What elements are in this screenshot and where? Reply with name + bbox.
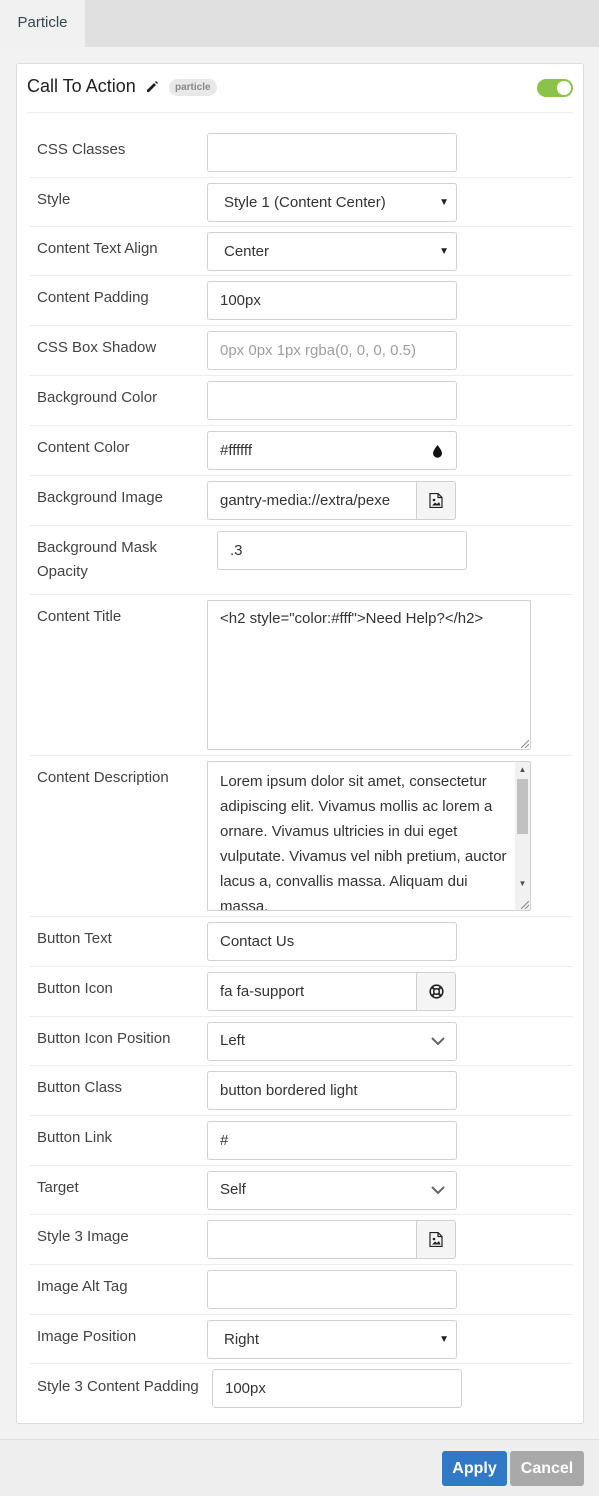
row-divider — [30, 1363, 573, 1364]
image-position-value: Right — [224, 1331, 260, 1348]
label-style3-content-padding: Style 3 Content Padding — [37, 1378, 199, 1395]
pencil-icon[interactable] — [145, 80, 159, 94]
tab-particle[interactable]: Particle — [0, 0, 85, 47]
content-padding-input[interactable]: 100px — [207, 281, 457, 320]
label-target: Target — [37, 1179, 79, 1196]
row-divider — [30, 966, 573, 967]
background-image-input[interactable]: gantry-media://extra/pexe — [207, 481, 418, 520]
button-icon-position-select[interactable]: Left — [207, 1022, 457, 1061]
chevron-down-icon — [431, 1037, 445, 1046]
content-text-align-select[interactable]: Center ▼ — [207, 232, 457, 271]
button-text-input[interactable]: Contact Us — [207, 922, 457, 961]
row-divider — [30, 375, 573, 376]
button-icon-position-value: Left — [220, 1032, 246, 1049]
enabled-toggle[interactable] — [537, 79, 573, 97]
row-divider — [30, 755, 573, 756]
particle-badge: particle — [169, 79, 217, 96]
row-divider — [30, 594, 573, 595]
style3-image-input[interactable] — [207, 1220, 418, 1259]
scroll-up-icon[interactable]: ▲ — [515, 764, 530, 776]
label-css-box-shadow: CSS Box Shadow — [37, 339, 157, 356]
label-background-image: Background Image — [37, 489, 163, 506]
label-button-text: Button Text — [37, 930, 112, 947]
dropdown-arrow-icon: ▼ — [439, 1334, 449, 1345]
dropdown-arrow-icon: ▼ — [439, 246, 449, 257]
label-content-padding: Content Padding — [37, 289, 149, 306]
row-divider — [30, 1165, 573, 1166]
button-class-input[interactable]: button bordered light — [207, 1071, 457, 1110]
label-content-text-align: Content Text Align — [37, 240, 158, 257]
label-image-position: Image Position — [37, 1328, 137, 1345]
dropdown-arrow-icon: ▼ — [439, 197, 449, 208]
label-image-alt-tag: Image Alt Tag — [37, 1278, 128, 1295]
image-icon — [429, 493, 443, 508]
content-description-textarea[interactable]: Lorem ipsum dolor sit amet, consectetur … — [207, 761, 531, 911]
content-color-input[interactable]: #ffffff — [207, 431, 457, 470]
row-divider — [30, 916, 573, 917]
target-select[interactable]: Self — [207, 1171, 457, 1210]
label-button-icon: Button Icon — [37, 980, 113, 997]
row-divider — [30, 1115, 573, 1116]
style3-image-picker-button[interactable] — [416, 1220, 456, 1259]
scroll-down-icon[interactable]: ▼ — [515, 878, 530, 890]
row-divider — [30, 226, 573, 227]
label-button-class: Button Class — [37, 1079, 123, 1096]
label-style3-image: Style 3 Image — [37, 1228, 129, 1245]
droplet-icon[interactable] — [432, 445, 443, 458]
label-css-classes: CSS Classes — [37, 141, 126, 158]
button-icon-input[interactable]: fa fa-support — [207, 972, 418, 1011]
row-divider — [30, 325, 573, 326]
cancel-button[interactable]: Cancel — [510, 1451, 584, 1486]
css-box-shadow-input[interactable]: 0px 0px 1px rgba(0, 0, 0, 0.5) — [207, 331, 457, 370]
label-background-color: Background Color — [37, 389, 158, 406]
label-background-mask-opacity: Background Mask Opacity — [37, 539, 158, 580]
icon-picker-button[interactable] — [416, 972, 456, 1011]
textarea-scrollbar[interactable]: ▲ ▼ — [515, 762, 530, 910]
row-divider — [30, 1214, 573, 1215]
toggle-knob — [557, 81, 571, 95]
resize-handle-icon[interactable] — [521, 740, 529, 748]
row-divider — [30, 177, 573, 178]
chevron-down-icon — [431, 1186, 445, 1195]
label-content-title: Content Title — [37, 608, 122, 625]
label-style: Style — [37, 191, 71, 208]
target-value: Self — [220, 1181, 246, 1198]
content-title-value: <h2 style="color:#fff">Need Help?</h2> — [220, 610, 484, 627]
row-divider — [30, 275, 573, 276]
label-content-description: Content Description — [37, 769, 169, 786]
label-button-link: Button Link — [37, 1129, 113, 1146]
scroll-thumb[interactable] — [517, 779, 528, 834]
label-button-icon-position: Button Icon Position — [37, 1030, 171, 1047]
tab-bar: Particle — [0, 0, 599, 47]
row-divider — [30, 525, 573, 526]
row-divider — [30, 1065, 573, 1066]
content-description-value: Lorem ipsum dolor sit amet, consectetur … — [220, 773, 507, 911]
style3-content-padding-input[interactable]: 100px — [212, 1369, 462, 1408]
divider — [27, 112, 573, 113]
background-image-picker-button[interactable] — [416, 481, 456, 520]
style-select[interactable]: Style 1 (Content Center) ▼ — [207, 183, 457, 222]
row-divider — [30, 425, 573, 426]
image-icon — [429, 1232, 443, 1247]
resize-handle-icon[interactable] — [521, 901, 529, 909]
style-select-value: Style 1 (Content Center) — [224, 194, 386, 211]
image-alt-tag-input[interactable] — [207, 1270, 457, 1309]
lifebuoy-icon — [429, 984, 444, 999]
row-divider — [30, 475, 573, 476]
image-position-select[interactable]: Right ▼ — [207, 1320, 457, 1359]
row-divider — [30, 1016, 573, 1017]
css-classes-input[interactable] — [207, 133, 457, 172]
background-color-input[interactable] — [207, 381, 457, 420]
label-content-color: Content Color — [37, 439, 130, 456]
content-text-align-value: Center — [224, 243, 270, 260]
background-mask-opacity-input[interactable]: .3 — [217, 531, 467, 570]
row-divider — [30, 1264, 573, 1265]
particle-title: Call To Action — [27, 76, 136, 96]
row-divider — [30, 1314, 573, 1315]
apply-button[interactable]: Apply — [442, 1451, 507, 1486]
button-link-input[interactable]: # — [207, 1121, 457, 1160]
content-title-textarea[interactable]: <h2 style="color:#fff">Need Help?</h2> — [207, 600, 531, 750]
